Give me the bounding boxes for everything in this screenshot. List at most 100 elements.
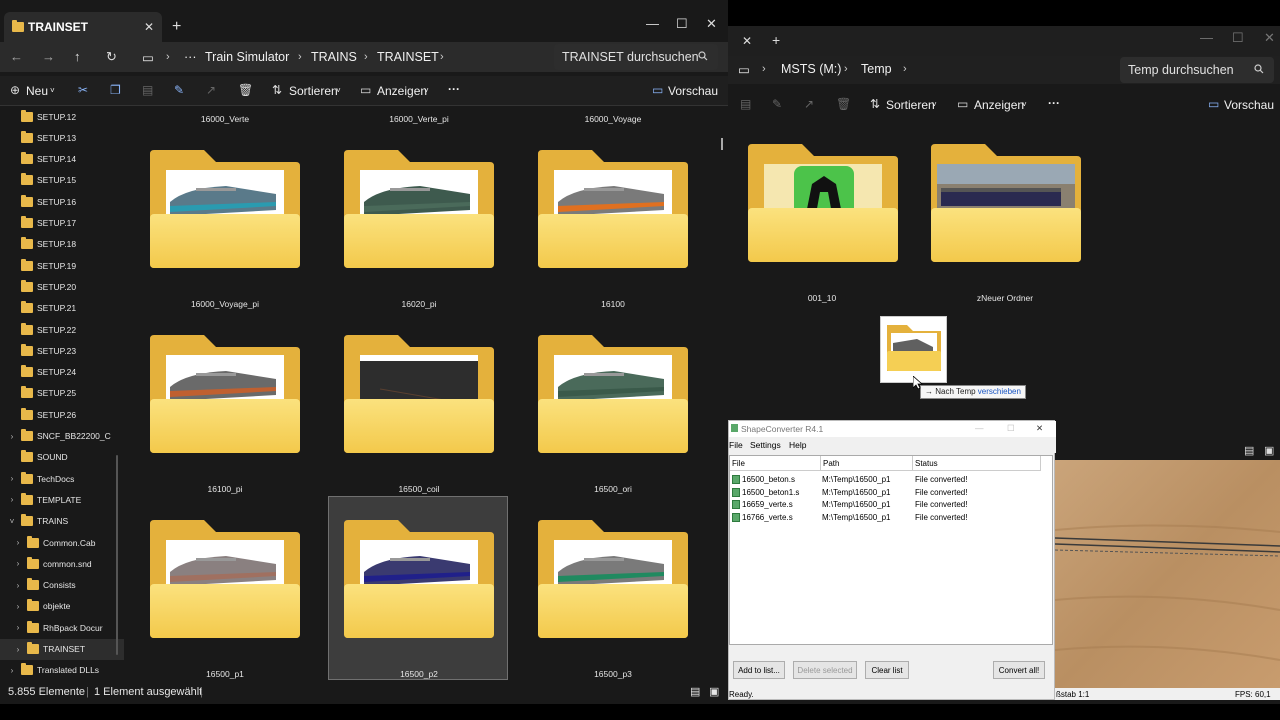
minimize-icon[interactable]: — bbox=[975, 423, 984, 433]
details-view-icon[interactable]: ▤ bbox=[690, 685, 700, 698]
chevron-right-icon[interactable]: › bbox=[12, 581, 24, 590]
nav-item[interactable]: SOUND bbox=[0, 447, 124, 468]
close-icon[interactable]: ✕ bbox=[144, 20, 154, 34]
paste-icon[interactable]: ▤ bbox=[142, 83, 153, 97]
more-icon[interactable]: ··· bbox=[184, 50, 197, 64]
chevron-right-icon[interactable]: › bbox=[6, 432, 18, 441]
navigation-pane[interactable]: SETUP.12 SETUP.13 SETUP.14 SETUP.15 SETUP.16… bbox=[0, 106, 124, 682]
3d-viewport[interactable] bbox=[1055, 460, 1280, 688]
folder-tile[interactable] bbox=[344, 335, 494, 453]
folder-tile[interactable] bbox=[150, 335, 300, 453]
more-options-icon[interactable]: ··· bbox=[448, 82, 460, 96]
nav-item[interactable]: › common.snd bbox=[0, 553, 124, 574]
maximize-icon[interactable]: ☐ bbox=[1007, 423, 1015, 434]
rename-icon[interactable]: ✎ bbox=[772, 97, 782, 111]
chevron-down-icon[interactable]: ˅ bbox=[6, 517, 18, 526]
folder-zneuer-ordner[interactable] bbox=[931, 144, 1081, 262]
preview-button[interactable]: Vorschau bbox=[668, 84, 718, 98]
nav-item[interactable]: › TechDocs bbox=[0, 468, 124, 489]
sort-button[interactable]: Sortieren bbox=[289, 84, 338, 98]
breadcrumb-item[interactable]: MSTS (M:) bbox=[781, 62, 841, 76]
column-status[interactable]: Status bbox=[913, 456, 1041, 471]
folder-label[interactable]: 16000_Verte_pi bbox=[329, 114, 509, 124]
paste-icon[interactable]: ▤ bbox=[740, 97, 751, 111]
file-list[interactable]: File Path Status 16500_beton.s M:\Temp\16… bbox=[729, 455, 1053, 645]
menu-help[interactable]: Help bbox=[789, 440, 806, 450]
folder-tile[interactable] bbox=[538, 520, 688, 638]
up-icon[interactable]: ↑ bbox=[74, 49, 81, 64]
preview-button[interactable]: Vorschau bbox=[1224, 98, 1274, 112]
folder-tile[interactable] bbox=[150, 520, 300, 638]
close-window-icon[interactable]: ✕ bbox=[706, 16, 717, 32]
folder-tile[interactable] bbox=[344, 150, 494, 268]
content-scrollbar[interactable] bbox=[721, 138, 723, 150]
tiles-view-icon[interactable]: ▣ bbox=[709, 685, 719, 698]
table-row[interactable]: 16659_verte.s M:\Temp\16500_p1 File conver… bbox=[730, 498, 1050, 511]
folder-tile[interactable] bbox=[150, 150, 300, 268]
nav-item[interactable]: SETUP.19 bbox=[0, 255, 124, 276]
search-input[interactable]: TRAINSET durchsuchen bbox=[554, 44, 718, 70]
maximize-icon[interactable]: ☐ bbox=[676, 16, 688, 32]
nav-item[interactable]: SETUP.14 bbox=[0, 149, 124, 170]
table-row[interactable]: 16766_verte.s M:\Temp\16500_p1 File conver… bbox=[730, 511, 1050, 524]
column-file[interactable]: File bbox=[730, 456, 821, 471]
close-icon[interactable]: ✕ bbox=[1036, 423, 1043, 434]
nav-item[interactable]: › Consists bbox=[0, 575, 124, 596]
chevron-right-icon[interactable]: › bbox=[12, 559, 24, 568]
details-view-icon[interactable]: ▤ bbox=[1244, 444, 1254, 457]
breadcrumb-item[interactable]: TRAINS bbox=[311, 50, 357, 64]
column-path[interactable]: Path bbox=[821, 456, 913, 471]
new-button[interactable]: Neu bbox=[26, 84, 48, 98]
tab-trainset[interactable]: TRAINSET ✕ bbox=[4, 12, 162, 42]
nav-item[interactable]: › TEMPLATE bbox=[0, 489, 124, 510]
breadcrumb-item[interactable]: Train Simulator bbox=[205, 50, 289, 64]
table-row[interactable]: 16500_beton1.s M:\Temp\16500_p1 File conve… bbox=[730, 486, 1050, 499]
nav-item[interactable]: SETUP.26 bbox=[0, 404, 124, 425]
rename-icon[interactable]: ✎ bbox=[174, 83, 184, 97]
search-input[interactable]: Temp durchsuchen bbox=[1120, 57, 1274, 83]
nav-item[interactable]: › TRAINSET bbox=[0, 638, 124, 660]
chevron-right-icon[interactable]: › bbox=[6, 666, 18, 675]
nav-item[interactable]: SETUP.15 bbox=[0, 170, 124, 191]
nav-item[interactable]: SETUP.18 bbox=[0, 234, 124, 255]
delete-icon[interactable]: 🗑 bbox=[238, 83, 253, 97]
view-button[interactable]: Anzeigen bbox=[974, 98, 1024, 112]
clear-list-button[interactable]: Clear list bbox=[865, 661, 909, 679]
breadcrumb-item[interactable]: TRAINSET bbox=[377, 50, 439, 64]
nav-item[interactable]: SETUP.25 bbox=[0, 383, 124, 404]
nav-item[interactable]: › RhBpack Docur bbox=[0, 617, 124, 638]
folder-tile[interactable] bbox=[344, 520, 494, 638]
cut-icon[interactable]: ✂ bbox=[78, 83, 88, 97]
nav-item[interactable]: SETUP.23 bbox=[0, 340, 124, 361]
new-tab-button[interactable]: + bbox=[772, 32, 780, 48]
nav-item[interactable]: SETUP.17 bbox=[0, 213, 124, 234]
breadcrumb[interactable]: ▭ › ··· Train Simulator › TRAINS › TRAIN… bbox=[132, 42, 548, 72]
nav-item[interactable]: ˅ TRAINS bbox=[0, 511, 124, 532]
new-tab-button[interactable]: + bbox=[172, 18, 181, 36]
nav-item[interactable]: SETUP.22 bbox=[0, 319, 124, 340]
add-to-list-button[interactable]: Add to list... bbox=[733, 661, 785, 679]
minimize-icon[interactable]: — bbox=[646, 16, 659, 31]
folder-label[interactable]: 16000_Voyage bbox=[523, 114, 703, 124]
delete-icon[interactable]: 🗑 bbox=[836, 97, 851, 111]
chevron-right-icon[interactable]: › bbox=[12, 538, 24, 547]
file-view[interactable]: 16000_Verte 16000_Verte_pi 16000_Voyage 160… bbox=[124, 106, 728, 682]
nav-item[interactable]: SETUP.16 bbox=[0, 191, 124, 212]
share-icon[interactable]: ↗ bbox=[206, 83, 216, 97]
nav-item[interactable]: › Translated DLLs bbox=[0, 660, 124, 681]
maximize-icon[interactable]: ☐ bbox=[1232, 30, 1244, 46]
close-window-icon[interactable]: ✕ bbox=[1264, 30, 1275, 46]
chevron-right-icon[interactable]: › bbox=[12, 645, 24, 654]
chevron-right-icon[interactable]: › bbox=[12, 623, 24, 632]
nav-item[interactable]: › objekte bbox=[0, 596, 124, 617]
sort-button[interactable]: Sortieren bbox=[886, 98, 935, 112]
nav-item[interactable]: SETUP.20 bbox=[0, 276, 124, 297]
chevron-right-icon[interactable]: › bbox=[12, 602, 24, 611]
tiles-view-icon[interactable]: ▣ bbox=[1264, 444, 1274, 457]
menu-file[interactable]: File bbox=[729, 440, 743, 450]
folder-001-10[interactable] bbox=[748, 144, 898, 262]
convert-all-button[interactable]: Convert all! bbox=[993, 661, 1045, 679]
nav-item[interactable]: › SNCF_BB22200_C bbox=[0, 426, 124, 447]
folder-label[interactable]: 16000_Verte bbox=[135, 114, 315, 124]
folder-tile[interactable] bbox=[538, 335, 688, 453]
